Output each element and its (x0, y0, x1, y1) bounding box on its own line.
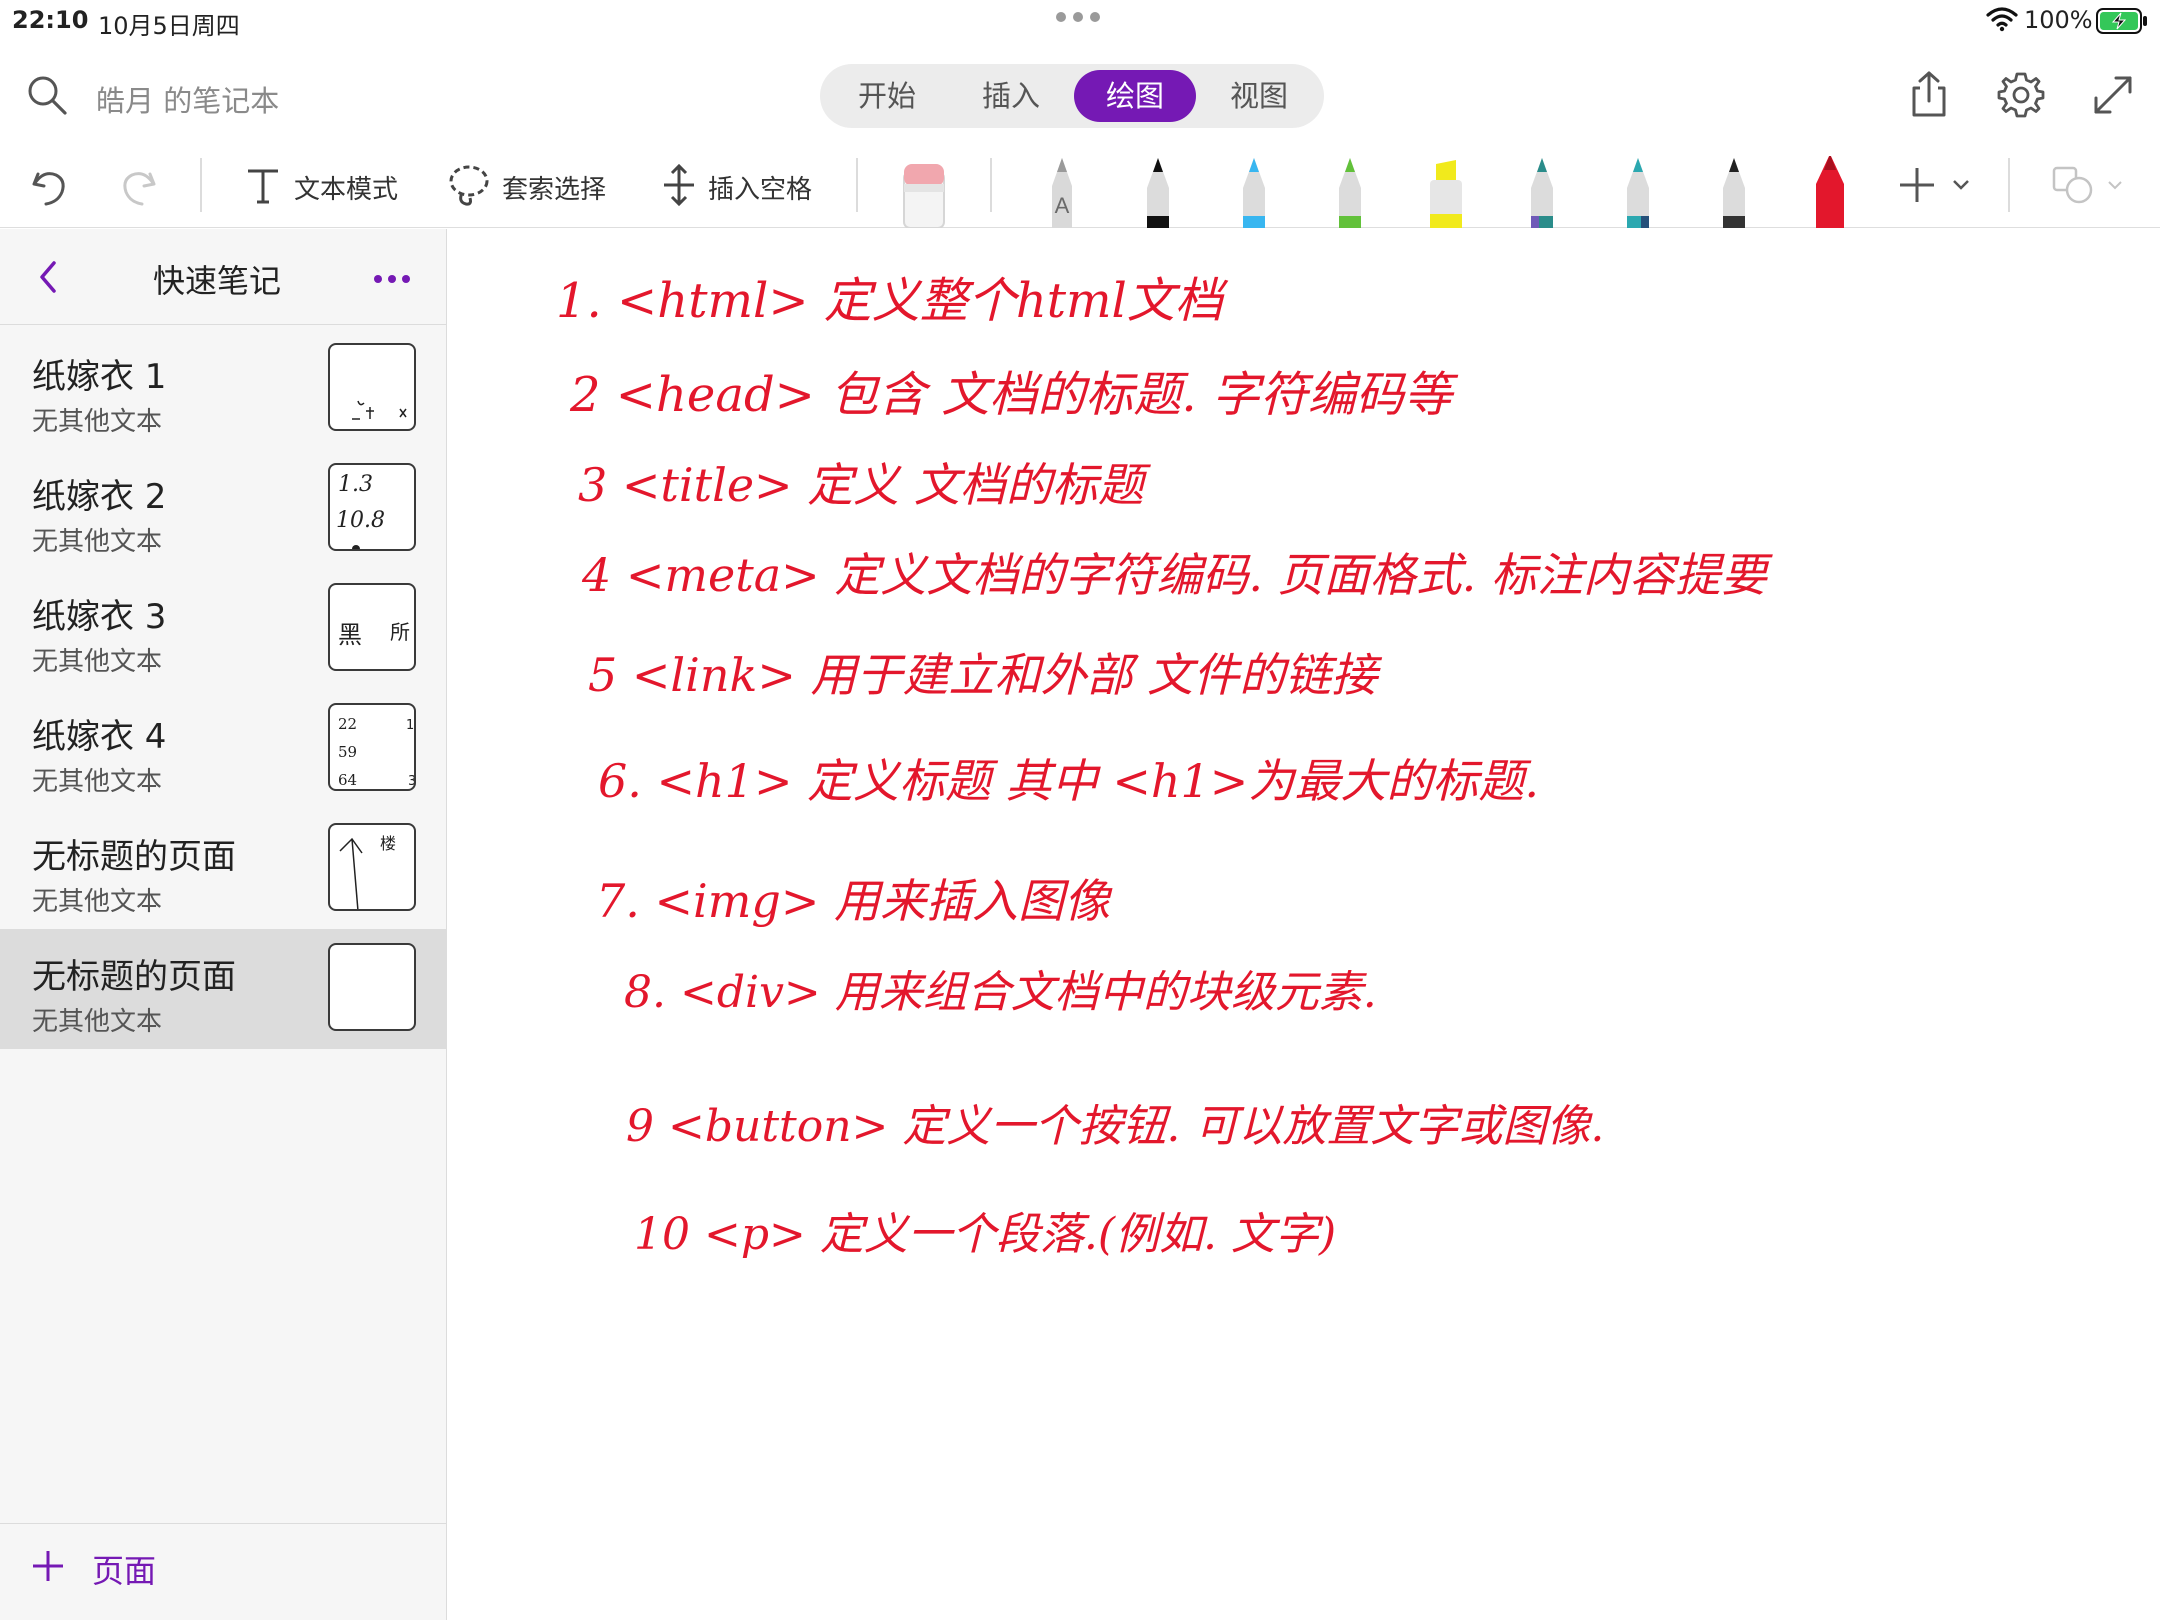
svg-text:22: 22 (338, 715, 357, 733)
draw-toolbar: 文本模式 套索选择 插入空格 A (0, 150, 2160, 228)
status-time: 22:10 (12, 6, 89, 34)
plus-icon (33, 1551, 63, 1581)
ink-line-9: 9 <button> 定义一个按钮. 可以放置文字或图像. (626, 1101, 1604, 1152)
page-thumbnail (328, 343, 416, 431)
text-mode-icon[interactable] (240, 162, 286, 208)
ink-line-7: 7. <img> 用来插入图像 (596, 874, 1113, 928)
svg-text:1.3: 1.3 (338, 472, 373, 497)
redo-icon[interactable] (116, 162, 162, 208)
ink-line-1: 1. <html> 定义整个html文档 (556, 273, 1229, 329)
page-thumbnail: 1.3 10.8 (328, 463, 416, 551)
page-title: 无标题的页面 (32, 957, 236, 997)
tab-view[interactable]: 视图 (1198, 70, 1320, 122)
svg-text:A: A (1055, 193, 1070, 218)
status-bar: 22:10 10月5日周四 100% (0, 0, 2160, 40)
pen-black-icon[interactable] (1130, 156, 1186, 228)
svg-text:楼: 楼 (380, 834, 396, 853)
ink-line-4: 4 <meta> 定义文档的字符编码. 页面格式. 标注内容提要 (581, 548, 1773, 602)
page-subtitle: 无其他文本 (32, 407, 163, 437)
lasso-select-button[interactable]: 套索选择 (502, 169, 606, 206)
toolbar-divider (200, 158, 202, 212)
eraser-icon[interactable] (896, 156, 952, 228)
page-title: 纸嫁衣 1 (32, 357, 167, 397)
page-list-sidebar: 快速笔记 纸嫁衣 1 无其他文本 纸嫁衣 2 无其他文本 1.3 10.8 纸嫁衣… (0, 229, 447, 1620)
multitasking-dots-icon[interactable] (1056, 12, 1104, 26)
settings-gear-icon[interactable] (1996, 70, 2046, 120)
svg-text:64: 64 (338, 771, 357, 789)
ink-line-10: 10 <p> 定义一个段落.(例如. 文字) (634, 1209, 1336, 1260)
page-subtitle: 无其他文本 (32, 647, 163, 677)
svg-text:所: 所 (390, 620, 410, 644)
page-thumbnail: 黑所 (328, 583, 416, 671)
status-date: 10月5日周四 (98, 12, 240, 40)
page-title: 纸嫁衣 2 (32, 477, 167, 517)
page-list-item-selected[interactable]: 无标题的页面 无其他文本 (0, 929, 447, 1049)
lasso-select-icon[interactable] (446, 162, 492, 208)
ink-line-6: 6. <h1> 定义标题 其中 <h1>为最大的标题. (598, 754, 1539, 808)
svg-text:1: 1 (406, 718, 414, 733)
toolbar-divider (856, 158, 858, 212)
ink-line-5: 5 <link> 用于建立和外部 文件的链接 (588, 648, 1383, 702)
insert-space-button[interactable]: 插入空格 (708, 169, 812, 206)
wifi-icon (1986, 7, 2018, 32)
fullscreen-expand-icon[interactable] (2088, 70, 2138, 120)
svg-text:59: 59 (338, 743, 357, 761)
text-mode-button[interactable]: 文本模式 (294, 169, 398, 206)
page-thumbnail (328, 943, 416, 1031)
page-subtitle: 无其他文本 (32, 887, 163, 917)
more-options-icon[interactable] (372, 273, 412, 285)
sidebar-header: 快速笔记 (0, 229, 447, 325)
pen-galaxy-cyan-icon[interactable] (1610, 156, 1666, 228)
add-page-label: 页面 (92, 1552, 157, 1590)
page-title: 无标题的页面 (32, 837, 236, 877)
pen-green-icon[interactable] (1322, 156, 1378, 228)
page-title: 纸嫁衣 4 (32, 717, 167, 757)
insert-space-icon[interactable] (656, 162, 702, 208)
page-list-item[interactable]: 纸嫁衣 2 无其他文本 1.3 10.8 (0, 449, 447, 569)
battery-charging-icon (2096, 8, 2147, 34)
notebook-name[interactable]: 皓月 的笔记本 (96, 78, 279, 120)
tab-insert[interactable]: 插入 (950, 70, 1072, 122)
page-list-item[interactable]: 纸嫁衣 1 无其他文本 (0, 329, 447, 449)
page-thumbnail: 22 59 64 1 3 (328, 703, 416, 791)
add-pen-icon[interactable] (1894, 162, 1940, 208)
section-title: 快速笔记 (152, 262, 281, 300)
page-list-item[interactable]: 纸嫁衣 3 无其他文本 黑所 (0, 569, 447, 689)
toolbar-divider (2008, 158, 2010, 212)
ink-layer: 1. <html> 定义整个html文档 2 <head> 包含 文档的标题. … (556, 273, 1773, 1260)
toolbar-divider (990, 158, 992, 212)
shapes-icon[interactable] (2050, 162, 2096, 208)
highlighter-yellow-icon[interactable] (1418, 156, 1474, 228)
chevron-down-icon[interactable] (1950, 174, 1972, 196)
pen-blue-icon[interactable] (1226, 156, 1282, 228)
undo-icon[interactable] (26, 162, 72, 208)
chevron-down-icon[interactable] (2106, 176, 2124, 194)
ink-line-2: 2 <head> 包含 文档的标题. 字符编码等 (569, 367, 1459, 423)
page-title: 纸嫁衣 3 (32, 597, 167, 637)
pen-dark-icon[interactable] (1706, 156, 1762, 228)
ink-line-8: 8. <div> 用来组合文档中的块级元素. (624, 967, 1377, 1018)
note-canvas[interactable]: 1. <html> 定义整个html文档 2 <head> 包含 文档的标题. … (448, 229, 2160, 1620)
page-subtitle: 无其他文本 (32, 1007, 163, 1037)
svg-text:3: 3 (408, 774, 416, 789)
svg-text:10.8: 10.8 (336, 508, 385, 533)
pen-galaxy-teal-icon[interactable] (1514, 156, 1570, 228)
svg-text:黑: 黑 (338, 621, 362, 649)
search-icon[interactable] (26, 74, 68, 116)
battery-percent: 100% (2024, 6, 2093, 34)
share-icon[interactable] (1904, 70, 1954, 120)
tab-home[interactable]: 开始 (826, 70, 948, 122)
tab-draw[interactable]: 绘图 (1074, 70, 1196, 122)
page-list-item[interactable]: 纸嫁衣 4 无其他文本 22 59 64 1 3 (0, 689, 447, 809)
page-subtitle: 无其他文本 (32, 767, 163, 797)
pencil-gray-icon[interactable]: A (1034, 156, 1090, 228)
ink-line-3: 3 <title> 定义 文档的标题 (578, 458, 1152, 512)
page-thumbnail: 楼 (328, 823, 416, 911)
page-list-item[interactable]: 无标题的页面 无其他文本 楼 (0, 809, 447, 929)
top-bar: 皓月 的笔记本 开始 插入 绘图 视图 (0, 40, 2160, 150)
pen-red-selected-icon[interactable] (1802, 156, 1858, 228)
add-page-button[interactable]: 页面 (0, 1523, 447, 1620)
page-subtitle: 无其他文本 (32, 527, 163, 557)
ribbon-tabs: 开始 插入 绘图 视图 (820, 64, 1324, 128)
